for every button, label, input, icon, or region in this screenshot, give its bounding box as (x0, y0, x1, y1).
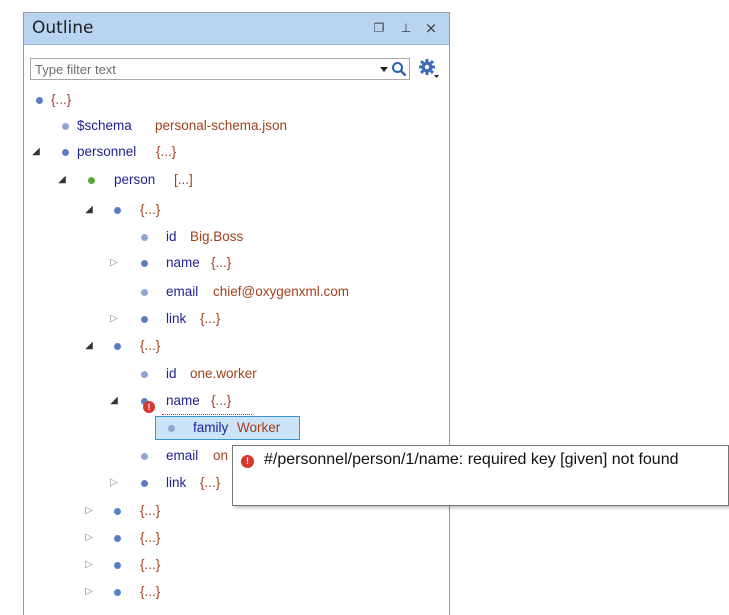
node-value: Big.Boss (190, 229, 244, 244)
node-label: {...} (140, 503, 161, 518)
error-marker-icon[interactable]: ! (143, 401, 155, 413)
validation-error-tooltip: ! #/personnel/person/1/name: required ke… (232, 445, 729, 506)
node-key: link (166, 475, 187, 490)
node-key: email (166, 448, 199, 463)
object-node-icon (114, 508, 121, 515)
expanded-arrow-icon[interactable]: ◢ (109, 389, 119, 413)
collapsed-arrow-icon[interactable]: ▷ (109, 471, 119, 495)
pin-icon[interactable]: ⊥ (398, 20, 414, 36)
node-label: {...} (140, 202, 161, 217)
property-node-icon (141, 453, 148, 460)
node-value: one.worker (190, 366, 257, 381)
node-key: email (166, 284, 199, 299)
node-key: $schema (77, 118, 132, 133)
collapsed-arrow-icon[interactable]: ▷ (84, 553, 94, 577)
close-icon[interactable]: × (423, 20, 439, 36)
collapsed-arrow-icon[interactable]: ▷ (84, 580, 94, 604)
node-key: name (166, 393, 200, 408)
node-key: family (193, 420, 229, 435)
node-key: link (166, 311, 187, 326)
view-titlebar: Outline ❐ ⊥ × (24, 13, 449, 45)
collapsed-arrow-icon[interactable]: ▷ (84, 526, 94, 550)
tree-node-family[interactable]: family Worker (0, 416, 440, 440)
collapsed-arrow-icon[interactable]: ▷ (109, 307, 119, 331)
node-key: person (114, 172, 156, 187)
node-value: {...} (200, 475, 221, 490)
node-value: {...} (156, 144, 177, 159)
view-title: Outline (32, 18, 94, 38)
tree-node-root[interactable]: {...} (0, 88, 440, 112)
collapsed-arrow-icon[interactable]: ▷ (84, 499, 94, 523)
node-value: {...} (211, 255, 232, 270)
collapsed-arrow-icon[interactable]: ▷ (109, 251, 119, 275)
node-key: id (166, 366, 177, 381)
error-icon: ! (241, 455, 254, 468)
tree-node-id[interactable]: id one.worker (0, 362, 440, 386)
node-value: [...] (174, 172, 193, 187)
tree-node-person-5[interactable]: ▷ {...} (0, 580, 440, 604)
expanded-arrow-icon[interactable]: ◢ (57, 168, 67, 192)
node-label: {...} (140, 338, 161, 353)
restore-icon[interactable]: ❐ (371, 20, 387, 36)
settings-gear-icon[interactable] (418, 58, 440, 80)
object-node-icon (114, 207, 121, 214)
property-node-icon (168, 425, 175, 432)
tree-node-name[interactable]: ▷ name {...} (0, 251, 440, 275)
property-node-icon (141, 289, 148, 296)
node-label: {...} (140, 584, 161, 599)
node-label: {...} (140, 557, 161, 572)
node-key: personnel (77, 144, 137, 159)
node-value: {...} (211, 393, 232, 408)
object-node-icon (114, 535, 121, 542)
node-key: name (166, 255, 200, 270)
expanded-arrow-icon[interactable]: ◢ (31, 140, 41, 164)
node-value: personal-schema.json (155, 118, 288, 133)
object-node-icon (141, 480, 148, 487)
property-node-icon (62, 123, 69, 130)
filter-input[interactable] (35, 60, 375, 78)
node-value: on (213, 448, 229, 463)
tree-node-person-0[interactable]: ◢ {...} (0, 198, 440, 222)
filter-field[interactable] (30, 58, 410, 80)
tree-node-person-4[interactable]: ▷ {...} (0, 553, 440, 577)
tree-node-personnel[interactable]: ◢ personnel {...} (0, 140, 440, 164)
error-underline (162, 411, 252, 415)
tree-node-person-3[interactable]: ▷ {...} (0, 526, 440, 550)
property-node-icon (141, 234, 148, 241)
tree-node-person-1[interactable]: ◢ {...} (0, 334, 440, 358)
expanded-arrow-icon[interactable]: ◢ (84, 198, 94, 222)
tree-node-name-error[interactable]: ◢ name {...} (0, 389, 440, 413)
object-node-icon (114, 343, 121, 350)
expanded-arrow-icon[interactable]: ◢ (84, 334, 94, 358)
error-message: #/personnel/person/1/name: required key … (264, 451, 679, 468)
node-value: Worker (237, 420, 281, 435)
object-node-icon (114, 562, 121, 569)
tree-node-schema[interactable]: $schema personal-schema.json (0, 114, 440, 138)
node-value: {...} (200, 311, 221, 326)
node-label: {...} (140, 530, 161, 545)
tree-node-id[interactable]: id Big.Boss (0, 225, 440, 249)
object-node-icon (141, 316, 148, 323)
tree-node-email[interactable]: email chief@oxygenxml.com (0, 280, 440, 304)
array-node-icon (88, 177, 95, 184)
search-icon[interactable] (391, 61, 407, 77)
tree-node-person[interactable]: ◢ person [...] (0, 168, 440, 192)
tree-node-link[interactable]: ▷ link {...} (0, 307, 440, 331)
filter-dropdown-icon[interactable] (379, 62, 389, 76)
object-node-icon (36, 97, 43, 104)
object-node-icon (114, 589, 121, 596)
node-key: id (166, 229, 177, 244)
property-node-icon (141, 371, 148, 378)
node-value: chief@oxygenxml.com (213, 284, 350, 299)
node-label: {...} (51, 92, 72, 107)
object-node-icon (62, 149, 69, 156)
object-node-icon (141, 260, 148, 267)
